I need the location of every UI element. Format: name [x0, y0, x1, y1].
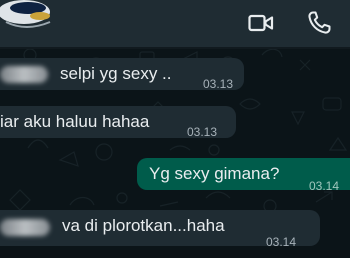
- chat-header: [0, 0, 350, 48]
- redacted-sender-blur: [0, 66, 48, 83]
- message-bubble-incoming[interactable]: va di plorotkan...haha 03.14: [0, 210, 320, 249]
- contact-avatar[interactable]: [0, 0, 72, 36]
- avatar-image: [0, 0, 72, 36]
- message-timestamp: 03.13: [203, 77, 234, 91]
- message-text: Yg sexy gimana?: [149, 164, 280, 183]
- redacted-sender-blur: [0, 219, 50, 236]
- message-bubble-incoming[interactable]: selpi yg sexy .. 03.13: [0, 58, 244, 91]
- message-text: selpi yg sexy ..: [60, 64, 172, 83]
- video-camera-icon[interactable]: [247, 9, 275, 37]
- message-timestamp: 03.13: [187, 125, 218, 139]
- message-text: iar aku haluu hahaa: [0, 112, 150, 131]
- message-timestamp: 03.14: [266, 235, 297, 249]
- message-bubble-incoming[interactable]: iar aku haluu hahaa 03.13: [0, 106, 236, 139]
- message-bubble-outgoing[interactable]: Yg sexy gimana? 03.14: [137, 158, 350, 193]
- header-divider: [0, 47, 350, 49]
- phone-icon[interactable]: [305, 9, 333, 37]
- message-timestamp: 03.14: [309, 179, 340, 193]
- message-text: va di plorotkan...haha: [62, 216, 225, 235]
